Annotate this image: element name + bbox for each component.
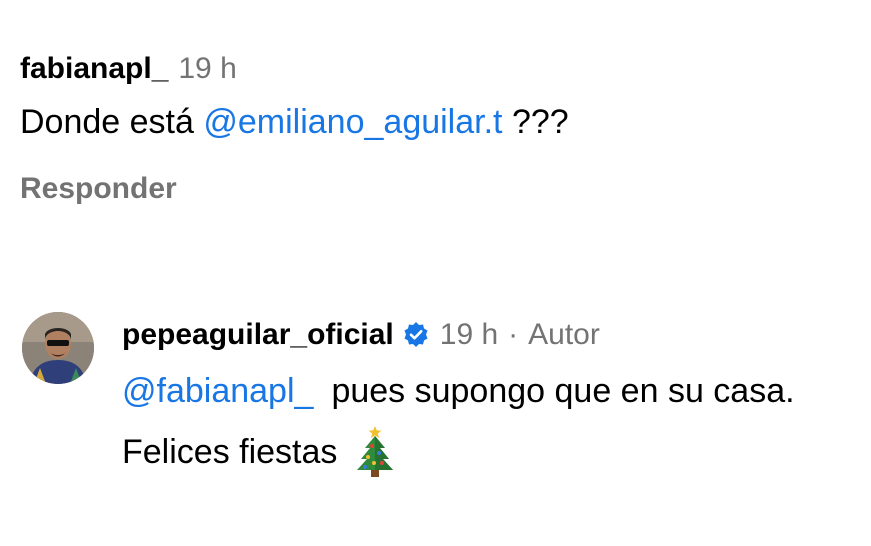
comment-timestamp: 19 h	[439, 318, 499, 351]
avatar[interactable]	[22, 312, 94, 384]
comment-username[interactable]: fabianapl_	[20, 52, 168, 86]
reply-button[interactable]: Responder	[20, 172, 861, 206]
comment-text: @fabianapl_ pues supongo que en su casa.	[122, 366, 862, 416]
comment-greeting: Felices fiestas	[122, 433, 338, 471]
comment-username[interactable]: pepeaguilar_oficial	[122, 318, 394, 352]
mention-link[interactable]: @emiliano_aguilar.t	[203, 103, 502, 141]
comment-text-after: pues supongo que en su casa.	[331, 372, 795, 410]
comment-text: Donde está @emiliano_aguilar.t ???	[20, 100, 861, 144]
author-tag: Autor	[528, 318, 600, 351]
comment-content: pepeaguilar_oficial 19 h · Autor @fabian…	[122, 312, 862, 480]
christmas-tree-icon	[353, 422, 397, 478]
comment-text-line-2: Felices fiestas	[122, 424, 862, 480]
comment-text-before: Donde está	[20, 103, 204, 141]
comment-meta: pepeaguilar_oficial 19 h · Autor	[122, 316, 862, 352]
mention-link[interactable]: @fabianapl_	[122, 372, 313, 410]
comment-timestamp: 19 h	[178, 52, 237, 85]
avatar-image	[22, 312, 94, 384]
comment-fabianapl: fabianapl_ 19 h Donde está @emiliano_agu…	[20, 52, 861, 206]
comment-meta: fabianapl_ 19 h	[20, 52, 861, 86]
meta-separator: ·	[508, 318, 519, 351]
verified-badge-icon	[402, 321, 430, 349]
comment-text-after: ???	[502, 103, 569, 141]
